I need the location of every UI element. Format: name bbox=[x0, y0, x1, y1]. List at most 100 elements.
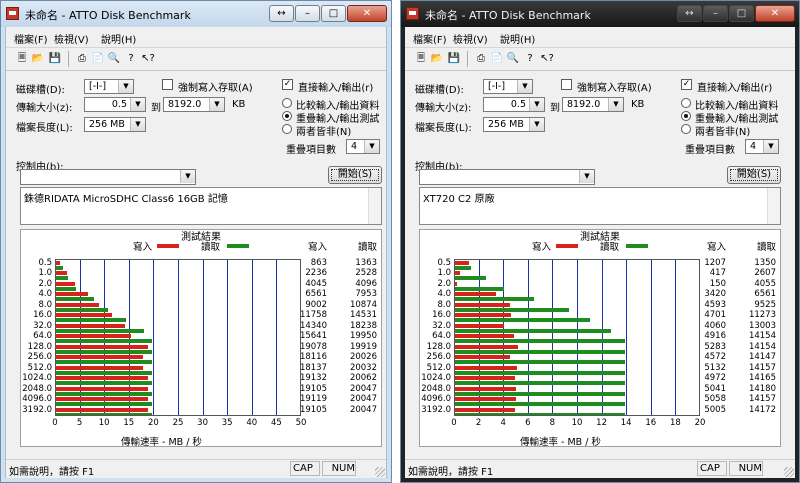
drive-select[interactable]: [-I-] ▼ bbox=[483, 79, 533, 94]
overlapped-io-radio[interactable] bbox=[282, 111, 292, 121]
write-value: 5132 bbox=[704, 362, 726, 373]
print-icon[interactable]: ⎙ bbox=[74, 51, 90, 67]
menu-file[interactable]: 檔案(F) bbox=[413, 31, 447, 46]
menu-help[interactable]: 說明(H) bbox=[500, 31, 535, 46]
neither-radio[interactable] bbox=[282, 124, 292, 134]
grid-line bbox=[202, 260, 204, 415]
vertical-scrollbar[interactable] bbox=[368, 188, 381, 224]
queue-depth-select[interactable]: 4 ▼ bbox=[346, 139, 380, 154]
write-bar bbox=[455, 281, 457, 286]
save-icon[interactable]: 💾 bbox=[446, 51, 462, 67]
extra-button[interactable]: ↔ bbox=[269, 5, 294, 22]
transfer-to-label: 到 bbox=[151, 103, 161, 114]
close-button[interactable]: ✕ bbox=[755, 5, 795, 22]
open-icon[interactable]: 📂 bbox=[429, 51, 445, 67]
chevron-down-icon: ▼ bbox=[529, 118, 544, 131]
resize-grip[interactable] bbox=[784, 467, 794, 477]
compare-io-radio[interactable] bbox=[282, 98, 292, 108]
read-bar bbox=[56, 339, 152, 344]
x-tick-label: 20 bbox=[694, 418, 706, 428]
compare-io-radio[interactable] bbox=[681, 98, 691, 108]
force-write-checkbox[interactable] bbox=[162, 79, 173, 90]
read-value: 7953 bbox=[355, 289, 377, 300]
file-length-select[interactable]: 256 MB ▼ bbox=[84, 117, 146, 132]
description-textarea[interactable]: 銖德RIDATA MicroSDHC Class6 16GB 記憶 bbox=[20, 187, 382, 225]
grid-line bbox=[227, 260, 229, 415]
menu-file[interactable]: 檔案(F) bbox=[14, 31, 48, 46]
zoom-icon[interactable]: 🔍 bbox=[106, 51, 122, 67]
menu-view[interactable]: 檢視(V) bbox=[453, 31, 488, 46]
new-icon[interactable]: 🗏 bbox=[14, 51, 30, 67]
app-icon[interactable] bbox=[6, 7, 19, 20]
force-write-label: 強制寫入存取(A) bbox=[577, 83, 652, 94]
direct-io-checkbox[interactable]: ✓ bbox=[681, 79, 692, 90]
toolbar-separator bbox=[467, 51, 468, 67]
maximize-button[interactable]: □ bbox=[321, 5, 346, 22]
write-bar bbox=[56, 281, 76, 286]
legend-write-label: 寫入 bbox=[133, 242, 153, 253]
maximize-button[interactable]: □ bbox=[729, 5, 754, 22]
read-value: 14531 bbox=[349, 310, 377, 321]
description-textarea[interactable]: XT720 C2 原廠 bbox=[419, 187, 781, 225]
write-bar bbox=[56, 313, 113, 318]
print-preview-icon[interactable]: 📄 bbox=[489, 51, 505, 67]
title-bar[interactable]: 未命名 - ATTO Disk Benchmark ↔ – □ ✕ bbox=[1, 1, 391, 27]
transfer-from-select[interactable]: 0.5 ▼ bbox=[84, 97, 146, 112]
controlled-by-select[interactable]: ▼ bbox=[20, 169, 196, 185]
file-length-select[interactable]: 256 MB ▼ bbox=[483, 117, 545, 132]
write-bar bbox=[56, 302, 100, 307]
print-preview-icon[interactable]: 📄 bbox=[90, 51, 106, 67]
x-tick-label: 4 bbox=[500, 418, 506, 428]
y-tick-label: 2.0 bbox=[38, 278, 52, 289]
menu-view[interactable]: 檢視(V) bbox=[54, 31, 89, 46]
chevron-down-icon: ▼ bbox=[579, 170, 594, 183]
status-num: NUM bbox=[322, 461, 356, 476]
read-bar bbox=[56, 286, 76, 291]
x-tick-label: 15 bbox=[123, 418, 135, 428]
read-bar bbox=[455, 266, 472, 270]
minimize-button[interactable]: – bbox=[703, 5, 728, 22]
resize-grip[interactable] bbox=[375, 467, 385, 477]
read-value: 14147 bbox=[748, 352, 776, 363]
write-value: 19105 bbox=[299, 383, 327, 394]
open-icon[interactable]: 📂 bbox=[30, 51, 46, 67]
read-bar bbox=[455, 276, 487, 281]
write-bar bbox=[455, 355, 510, 360]
start-button[interactable]: 開始(S) bbox=[328, 166, 382, 184]
context-help-icon[interactable]: ↖? bbox=[140, 51, 156, 67]
controlled-by-select[interactable]: ▼ bbox=[419, 169, 595, 185]
app-icon[interactable] bbox=[406, 7, 419, 20]
menu-help[interactable]: 說明(H) bbox=[101, 31, 136, 46]
minimize-button[interactable]: – bbox=[295, 5, 320, 22]
force-write-checkbox[interactable] bbox=[561, 79, 572, 90]
vertical-scrollbar[interactable] bbox=[767, 188, 780, 224]
zoom-icon[interactable]: 🔍 bbox=[505, 51, 521, 67]
neither-radio[interactable] bbox=[681, 124, 691, 134]
window-title: 未命名 - ATTO Disk Benchmark bbox=[25, 9, 191, 22]
queue-depth-select[interactable]: 4 ▼ bbox=[745, 139, 779, 154]
y-tick-label: 256.0 bbox=[426, 352, 451, 363]
start-button[interactable]: 開始(S) bbox=[727, 166, 781, 184]
help-icon[interactable]: ? bbox=[522, 51, 538, 67]
new-icon[interactable]: 🗏 bbox=[413, 51, 429, 67]
transfer-from-select[interactable]: 0.5 ▼ bbox=[483, 97, 545, 112]
close-button[interactable]: ✕ bbox=[347, 5, 387, 22]
overlapped-io-radio[interactable] bbox=[681, 111, 691, 121]
read-value: 14157 bbox=[748, 362, 776, 373]
drive-select[interactable]: [-I-] ▼ bbox=[84, 79, 134, 94]
transfer-to-select[interactable]: 8192.0 ▼ bbox=[562, 97, 624, 112]
direct-io-checkbox[interactable]: ✓ bbox=[282, 79, 293, 90]
extra-button[interactable]: ↔ bbox=[677, 5, 702, 22]
write-bar bbox=[56, 355, 144, 360]
title-bar[interactable]: 未命名 - ATTO Disk Benchmark ↔ – □ ✕ bbox=[401, 1, 799, 27]
help-icon[interactable]: ? bbox=[123, 51, 139, 67]
transfer-to-select[interactable]: 8192.0 ▼ bbox=[163, 97, 225, 112]
x-tick-label: 35 bbox=[221, 418, 233, 428]
x-tick-label: 12 bbox=[596, 418, 607, 428]
print-icon[interactable]: ⎙ bbox=[473, 51, 489, 67]
write-column-header: 寫入 bbox=[706, 242, 726, 253]
save-icon[interactable]: 💾 bbox=[47, 51, 63, 67]
write-value: 9002 bbox=[305, 299, 327, 310]
context-help-icon[interactable]: ↖? bbox=[539, 51, 555, 67]
read-value: 14180 bbox=[748, 383, 776, 394]
